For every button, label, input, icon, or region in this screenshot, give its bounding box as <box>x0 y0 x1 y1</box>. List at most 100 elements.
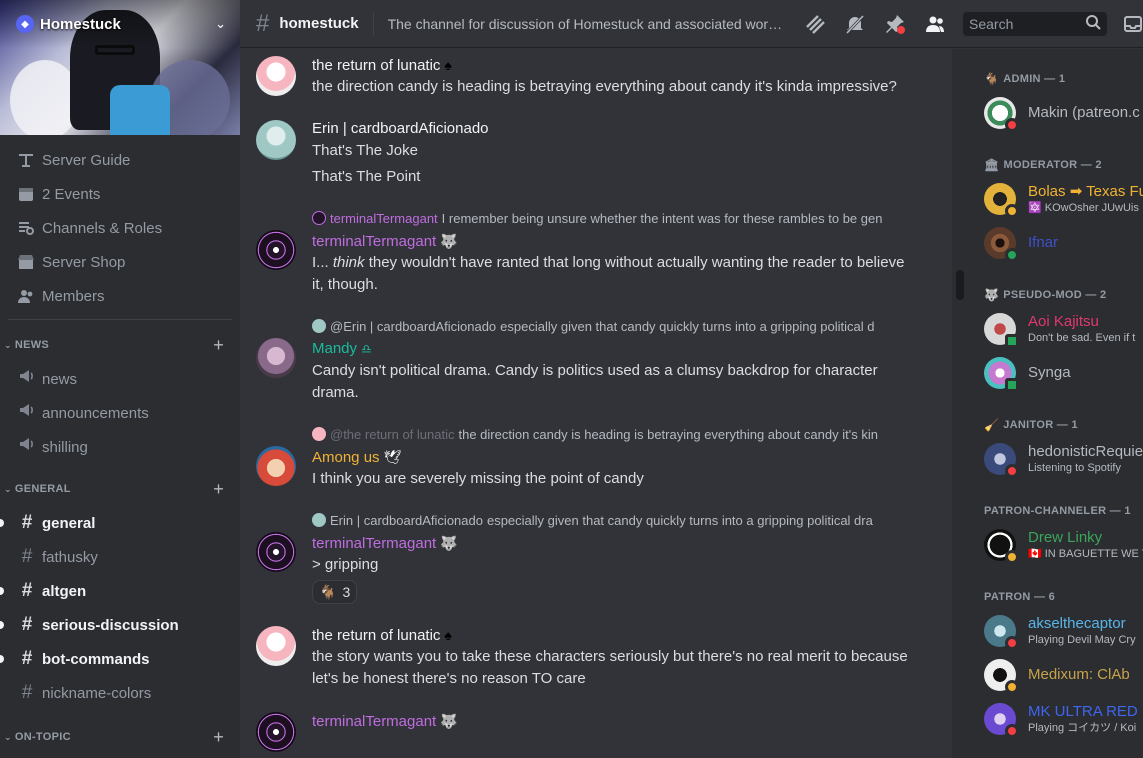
avatar[interactable] <box>256 626 296 666</box>
scrollbar-thumb[interactable] <box>956 270 964 300</box>
category-label: NEWS <box>14 339 50 351</box>
category-label: GENERAL <box>14 483 71 495</box>
member-name: akselthecaptor <box>1028 615 1126 632</box>
status-idle-icon <box>1005 550 1019 564</box>
member-item[interactable]: akselthecaptor Playing Devil May Cry <box>984 609 1143 653</box>
dove-icon: 🕊 <box>383 449 402 465</box>
username[interactable]: terminalTermagant 🐺 <box>312 532 912 554</box>
reply-username: @Erin | cardboardAficionado <box>330 319 497 334</box>
pin-icon[interactable] <box>883 12 907 36</box>
avatar[interactable] <box>256 338 296 378</box>
chevron-down-icon[interactable]: ⌄ <box>215 16 226 32</box>
member-name: Synga <box>1028 364 1071 381</box>
message-text: the direction candy is heading is betray… <box>312 78 897 95</box>
avatar <box>984 357 1019 392</box>
category-news[interactable]: ⌄ NEWS + <box>0 328 240 362</box>
reply-preview[interactable]: Erin | cardboardAficionado especially giv… <box>312 510 912 532</box>
avatar[interactable] <box>256 230 296 270</box>
add-channel-icon[interactable]: + <box>213 727 224 748</box>
member-item[interactable]: Aoi Kajitsu Don't be sad. Even if t <box>984 307 1143 351</box>
channel-news[interactable]: news <box>0 362 240 396</box>
members-item[interactable]: Members <box>0 279 232 313</box>
spade-icon: ♠ <box>444 627 452 643</box>
discord-window: ◆ Homestuck ⌄ Server Guide 2 Events Chan… <box>0 0 1143 758</box>
reply-text: the direction candy is heading is betray… <box>458 427 878 442</box>
member-name: hedonisticRequie <box>1028 443 1143 460</box>
message: the return of lunatic ♠ the direction can… <box>240 54 952 98</box>
inbox-icon[interactable] <box>1123 14 1143 34</box>
channel-announcements[interactable]: announcements <box>0 396 240 430</box>
member-item[interactable]: Synga <box>984 351 1143 395</box>
category-on-topic[interactable]: ⌄ ON-TOPIC + <box>0 720 240 754</box>
username[interactable]: the return of lunatic ♠ <box>312 624 912 646</box>
username[interactable]: terminalTermagant 🐺 <box>312 230 912 252</box>
server-boost-icon: ◆ <box>16 15 34 33</box>
threads-icon[interactable] <box>803 12 827 36</box>
username[interactable]: Erin | cardboardAficionado <box>312 118 912 140</box>
message: the return of lunatic ♠ the story wants y… <box>240 624 952 690</box>
search-input[interactable]: Search <box>963 11 1107 36</box>
channel-fathusky[interactable]: # fathusky <box>0 540 240 574</box>
member-name: Medixum: ClAb <box>1028 666 1130 683</box>
server-shop-item[interactable]: Server Shop <box>0 245 232 279</box>
avatar[interactable] <box>256 532 296 572</box>
avatar[interactable] <box>256 56 296 96</box>
announcement-icon <box>16 436 38 458</box>
search-icon <box>1085 14 1101 33</box>
unread-indicator <box>0 587 4 595</box>
reply-text: I remember being unsure whether the inte… <box>441 211 883 226</box>
category-general[interactable]: ⌄ GENERAL + <box>0 472 240 506</box>
member-group-header: 🏛 MODERATOR — 2 <box>984 158 1102 172</box>
channel-altgen[interactable]: # altgen <box>0 574 240 608</box>
status-dnd-icon <box>1005 636 1019 650</box>
member-item[interactable]: Drew Linky 🇨🇦 IN BAGUETTE WE T <box>984 523 1143 567</box>
spade-icon: ♠ <box>444 57 452 73</box>
member-item[interactable]: MK ULTRA RED Playing コイカツ / Koi <box>984 697 1143 741</box>
member-item[interactable]: Medixum: ClAb <box>984 653 1143 697</box>
member-item[interactable]: Makin (patreon.c <box>984 91 1143 135</box>
member-item[interactable]: Ifnar <box>984 221 1143 265</box>
message-text: I... think they wouldn't have ranted tha… <box>312 254 905 293</box>
reaction-button[interactable]: 🐐 3 <box>312 580 358 604</box>
member-group-header: 🐐 ADMIN — 1 <box>984 72 1066 86</box>
channels-roles-item[interactable]: Channels & Roles <box>0 211 232 245</box>
reply-preview[interactable]: terminalTermagant I remember being unsure… <box>312 208 912 230</box>
channel-topic[interactable]: The channel for discussion of Homestuck … <box>388 16 785 32</box>
channel-header: # homestuck The channel for discussion o… <box>240 0 1143 48</box>
member-item[interactable]: hedonisticRequie Listening to Spotify <box>984 437 1143 481</box>
hash-icon: # <box>21 546 33 567</box>
message: @the return of lunatic the direction cand… <box>240 424 952 490</box>
member-list-icon[interactable] <box>923 12 947 36</box>
add-channel-icon[interactable]: + <box>213 335 224 356</box>
server-shop-label: Server Shop <box>42 253 126 271</box>
avatar <box>984 227 1019 262</box>
reply-preview[interactable]: @the return of lunatic the direction cand… <box>312 424 912 446</box>
username[interactable]: terminalTermagant 🐺 <box>312 710 912 732</box>
member-item[interactable]: Bolas ➡ Texas Fu 🔯 KOwOsher JUwUis <box>984 177 1143 221</box>
channel-general[interactable]: # general <box>0 506 240 540</box>
avatar[interactable] <box>256 446 296 486</box>
channel-bot-commands[interactable]: # bot-commands <box>0 642 240 676</box>
divider <box>372 11 374 36</box>
channel-label: bot-commands <box>42 650 150 668</box>
channel-shilling[interactable]: shilling <box>0 430 240 464</box>
channel-serious-discussion[interactable]: # serious-discussion <box>0 608 240 642</box>
username[interactable]: Among us 🕊 <box>312 446 912 468</box>
notification-muted-icon[interactable] <box>843 12 867 36</box>
member-activity: 🔯 KOwOsher JUwUis <box>1028 202 1139 214</box>
avatar[interactable] <box>256 120 296 160</box>
server-guide-item[interactable]: Server Guide <box>0 143 232 177</box>
events-item[interactable]: 2 Events <box>0 177 232 211</box>
reply-text: especially given that candy quickly turn… <box>486 513 873 528</box>
reaction-count: 3 <box>342 584 351 600</box>
add-channel-icon[interactable]: + <box>213 479 224 500</box>
scrollbar-track[interactable] <box>952 49 966 758</box>
server-header[interactable]: ◆ Homestuck ⌄ <box>0 0 240 48</box>
reply-preview[interactable]: @Erin | cardboardAficionado especially gi… <box>312 316 912 338</box>
status-idle-icon <box>1005 204 1019 218</box>
avatar[interactable] <box>256 712 296 752</box>
username[interactable]: the return of lunatic ♠ <box>312 54 912 76</box>
username[interactable]: Mandy ♎ <box>312 338 912 360</box>
channel-nickname-colors[interactable]: # nickname-colors <box>0 676 240 710</box>
chevron-down-icon: ⌄ <box>4 731 12 742</box>
